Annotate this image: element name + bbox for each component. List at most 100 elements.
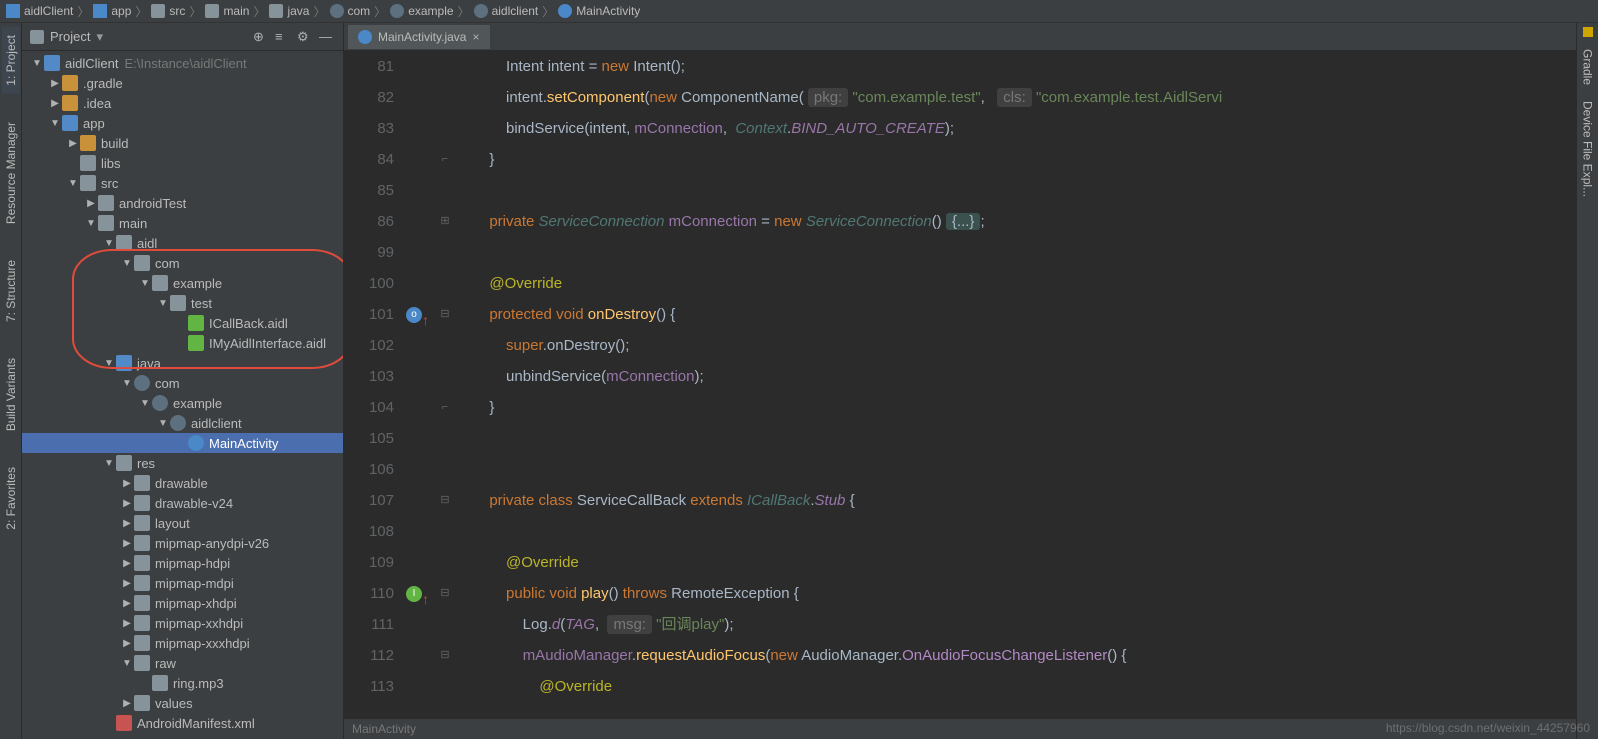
code-line[interactable]: unbindService(mConnection); xyxy=(456,361,1576,392)
fold-toggle[interactable] xyxy=(434,671,456,702)
code-line[interactable]: intent.setComponent(new ComponentName( p… xyxy=(456,82,1576,113)
chevron-icon[interactable]: ▼ xyxy=(84,218,98,229)
code-line[interactable]: @Override xyxy=(456,547,1576,578)
left-tab[interactable]: 7: Structure xyxy=(2,252,20,330)
fold-toggle[interactable]: ⌐ xyxy=(434,392,456,423)
chevron-icon[interactable]: ▶ xyxy=(120,478,134,489)
chevron-icon[interactable]: ▼ xyxy=(138,278,152,289)
tree-row[interactable]: ▶MainActivity xyxy=(22,433,343,453)
code-line[interactable]: Intent intent = new Intent(); xyxy=(456,51,1576,82)
breadcrumb-item[interactable]: aidlclient xyxy=(474,4,539,18)
tree-row[interactable]: ▶mipmap-xhdpi xyxy=(22,593,343,613)
tree-row[interactable]: ▶IMyAidlInterface.aidl xyxy=(22,333,343,353)
locate-icon[interactable]: ⊕ xyxy=(253,29,269,45)
tree-row[interactable]: ▶androidTest xyxy=(22,193,343,213)
chevron-icon[interactable]: ▶ xyxy=(120,638,134,649)
chevron-icon[interactable]: ▶ xyxy=(120,518,134,529)
breadcrumb-item[interactable]: java xyxy=(269,4,309,18)
code-line[interactable]: protected void onDestroy() { xyxy=(456,299,1576,330)
chevron-icon[interactable]: ▼ xyxy=(156,298,170,309)
fold-toggle[interactable] xyxy=(434,516,456,547)
tree-row[interactable]: ▶mipmap-anydpi-v26 xyxy=(22,533,343,553)
override-marker-icon[interactable]: I xyxy=(406,586,422,602)
tree-row[interactable]: ▼res xyxy=(22,453,343,473)
chevron-icon[interactable]: ▶ xyxy=(120,698,134,709)
chevron-icon[interactable]: ▼ xyxy=(120,258,134,269)
fold-gutter[interactable]: ⌐⊞⊟⌐⊟⊟⊟ xyxy=(434,51,456,719)
tree-row[interactable]: ▼main xyxy=(22,213,343,233)
code-line[interactable]: mAudioManager.requestAudioFocus(new Audi… xyxy=(456,640,1576,671)
code-line[interactable]: private ServiceConnection mConnection = … xyxy=(456,206,1576,237)
code-line[interactable] xyxy=(456,516,1576,547)
code-line[interactable]: public void play() throws RemoteExceptio… xyxy=(456,578,1576,609)
tree-row[interactable]: ▼aidl xyxy=(22,233,343,253)
chevron-icon[interactable]: ▶ xyxy=(120,538,134,549)
left-tab[interactable]: Resource Manager xyxy=(2,114,20,232)
chevron-icon[interactable]: ▶ xyxy=(48,98,62,109)
tree-row[interactable]: ▶drawable xyxy=(22,473,343,493)
fold-toggle[interactable]: ⊞ xyxy=(434,206,456,237)
right-tab[interactable]: Gradle xyxy=(1579,41,1597,93)
inspection-warning-marker[interactable] xyxy=(1583,27,1593,37)
breadcrumb-item[interactable]: example xyxy=(390,4,453,18)
breadcrumb-item[interactable]: app xyxy=(93,4,131,18)
code-line[interactable] xyxy=(456,423,1576,454)
code-line[interactable]: super.onDestroy(); xyxy=(456,330,1576,361)
fold-toggle[interactable] xyxy=(434,609,456,640)
breadcrumb-item[interactable]: aidlClient xyxy=(6,4,73,18)
fold-toggle[interactable] xyxy=(434,51,456,82)
fold-toggle[interactable]: ⊟ xyxy=(434,640,456,671)
tree-row[interactable]: ▼test xyxy=(22,293,343,313)
tree-row[interactable]: ▼raw xyxy=(22,653,343,673)
tree-row[interactable]: ▶mipmap-xxxhdpi xyxy=(22,633,343,653)
tree-row[interactable]: ▼aidlClientE:\Instance\aidlClient xyxy=(22,53,343,73)
chevron-icon[interactable]: ▼ xyxy=(156,418,170,429)
chevron-icon[interactable]: ▼ xyxy=(66,178,80,189)
tree-row[interactable]: ▼example xyxy=(22,393,343,413)
code-line[interactable]: private class ServiceCallBack extends IC… xyxy=(456,485,1576,516)
tree-row[interactable]: ▶libs xyxy=(22,153,343,173)
tree-row[interactable]: ▶mipmap-hdpi xyxy=(22,553,343,573)
chevron-icon[interactable]: ▶ xyxy=(120,498,134,509)
project-tree[interactable]: ▼aidlClientE:\Instance\aidlClient▶.gradl… xyxy=(22,51,343,739)
breadcrumb-item[interactable]: MainActivity xyxy=(558,4,640,18)
code-content[interactable]: Intent intent = new Intent(); intent.set… xyxy=(456,51,1576,719)
chevron-icon[interactable]: ▶ xyxy=(84,198,98,209)
gear-icon[interactable]: ⚙ xyxy=(297,29,313,45)
chevron-icon[interactable]: ▼ xyxy=(48,118,62,129)
tree-row[interactable]: ▶mipmap-xxhdpi xyxy=(22,613,343,633)
code-line[interactable]: @Override xyxy=(456,268,1576,299)
tree-row[interactable]: ▶values xyxy=(22,693,343,713)
tree-row[interactable]: ▼com xyxy=(22,373,343,393)
chevron-icon[interactable]: ▶ xyxy=(48,78,62,89)
tree-row[interactable]: ▼aidlclient xyxy=(22,413,343,433)
fold-toggle[interactable]: ⊟ xyxy=(434,485,456,516)
tree-row[interactable]: ▶AndroidManifest.xml xyxy=(22,713,343,733)
tree-row[interactable]: ▶mipmap-mdpi xyxy=(22,573,343,593)
chevron-icon[interactable]: ▶ xyxy=(120,558,134,569)
fold-toggle[interactable]: ⊟ xyxy=(434,299,456,330)
close-icon[interactable]: × xyxy=(472,30,479,44)
editor-tab-mainactivity[interactable]: MainActivity.java × xyxy=(348,25,490,49)
chevron-icon[interactable]: ▼ xyxy=(120,378,134,389)
code-line[interactable]: } xyxy=(456,144,1576,175)
right-tab[interactable]: Device File Expl... xyxy=(1579,93,1597,205)
left-tab[interactable]: 2: Favorites xyxy=(2,459,20,538)
code-line[interactable] xyxy=(456,237,1576,268)
tree-row[interactable]: ▼java xyxy=(22,353,343,373)
hide-icon[interactable]: — xyxy=(319,29,335,45)
fold-toggle[interactable] xyxy=(434,330,456,361)
fold-toggle[interactable] xyxy=(434,175,456,206)
breadcrumb-item[interactable]: src xyxy=(151,4,185,18)
fold-toggle[interactable] xyxy=(434,268,456,299)
chevron-icon[interactable]: ▼ xyxy=(102,238,116,249)
tree-row[interactable]: ▶build xyxy=(22,133,343,153)
code-line[interactable] xyxy=(456,175,1576,206)
tree-row[interactable]: ▶layout xyxy=(22,513,343,533)
chevron-icon[interactable]: ▼ xyxy=(102,358,116,369)
tree-row[interactable]: ▼com xyxy=(22,253,343,273)
fold-toggle[interactable] xyxy=(434,82,456,113)
fold-toggle[interactable]: ⌐ xyxy=(434,144,456,175)
fold-toggle[interactable] xyxy=(434,361,456,392)
code-editor[interactable]: 8182838485869910010110210310410510610710… xyxy=(344,51,1576,719)
